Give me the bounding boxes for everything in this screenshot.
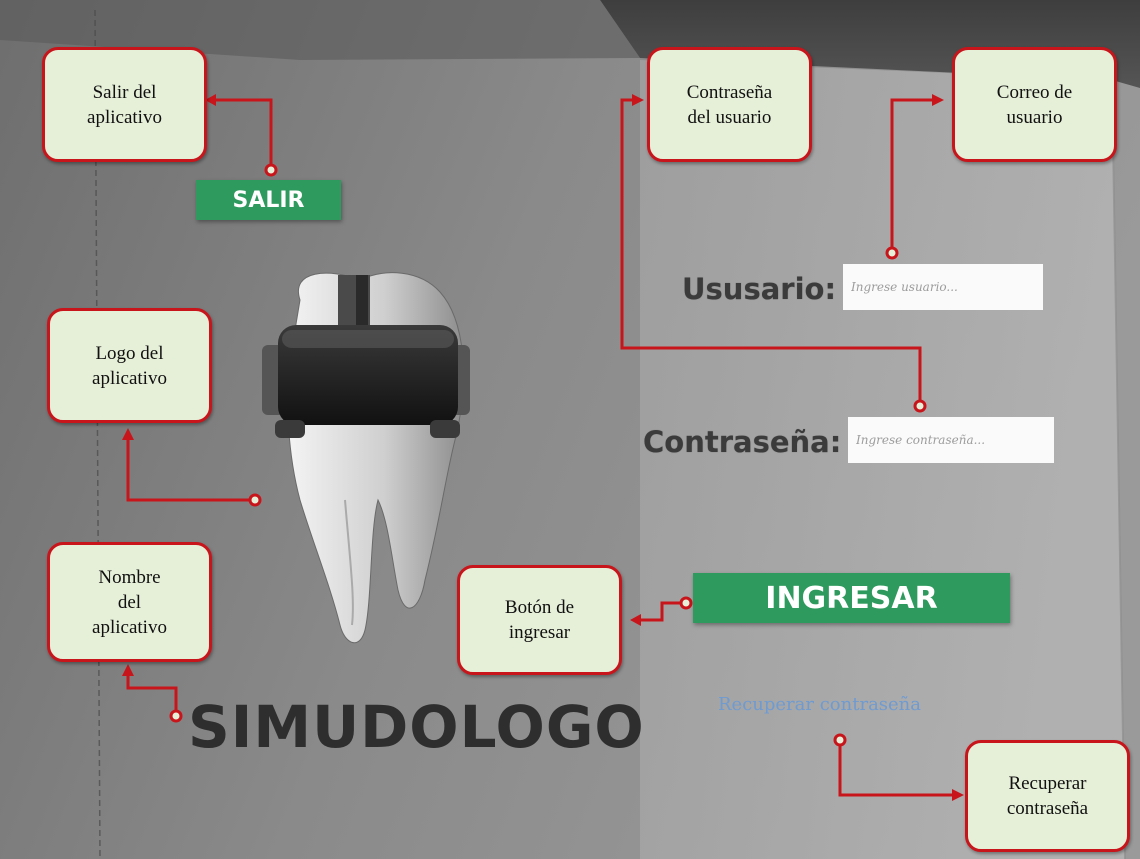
- exit-button[interactable]: SALIR: [196, 180, 341, 220]
- login-button[interactable]: INGRESAR: [693, 573, 1010, 623]
- recover-password-link[interactable]: Recuperar contraseña: [718, 694, 921, 715]
- password-input[interactable]: [848, 417, 1054, 463]
- callout-password: Contraseña del usuario: [647, 47, 812, 162]
- callout-login: Botón de ingresar: [457, 565, 622, 675]
- callout-app-name: Nombre del aplicativo: [47, 542, 212, 662]
- user-input[interactable]: [843, 264, 1043, 310]
- user-label: Ususario:: [682, 272, 837, 306]
- app-name-title: SIMUDOLOGO: [188, 693, 645, 761]
- callout-email: Correo de usuario: [952, 47, 1117, 162]
- callout-recover: Recuperar contraseña: [965, 740, 1130, 852]
- password-label: Contraseña:: [643, 425, 842, 459]
- callout-logo: Logo del aplicativo: [47, 308, 212, 423]
- callout-exit: Salir del aplicativo: [42, 47, 207, 162]
